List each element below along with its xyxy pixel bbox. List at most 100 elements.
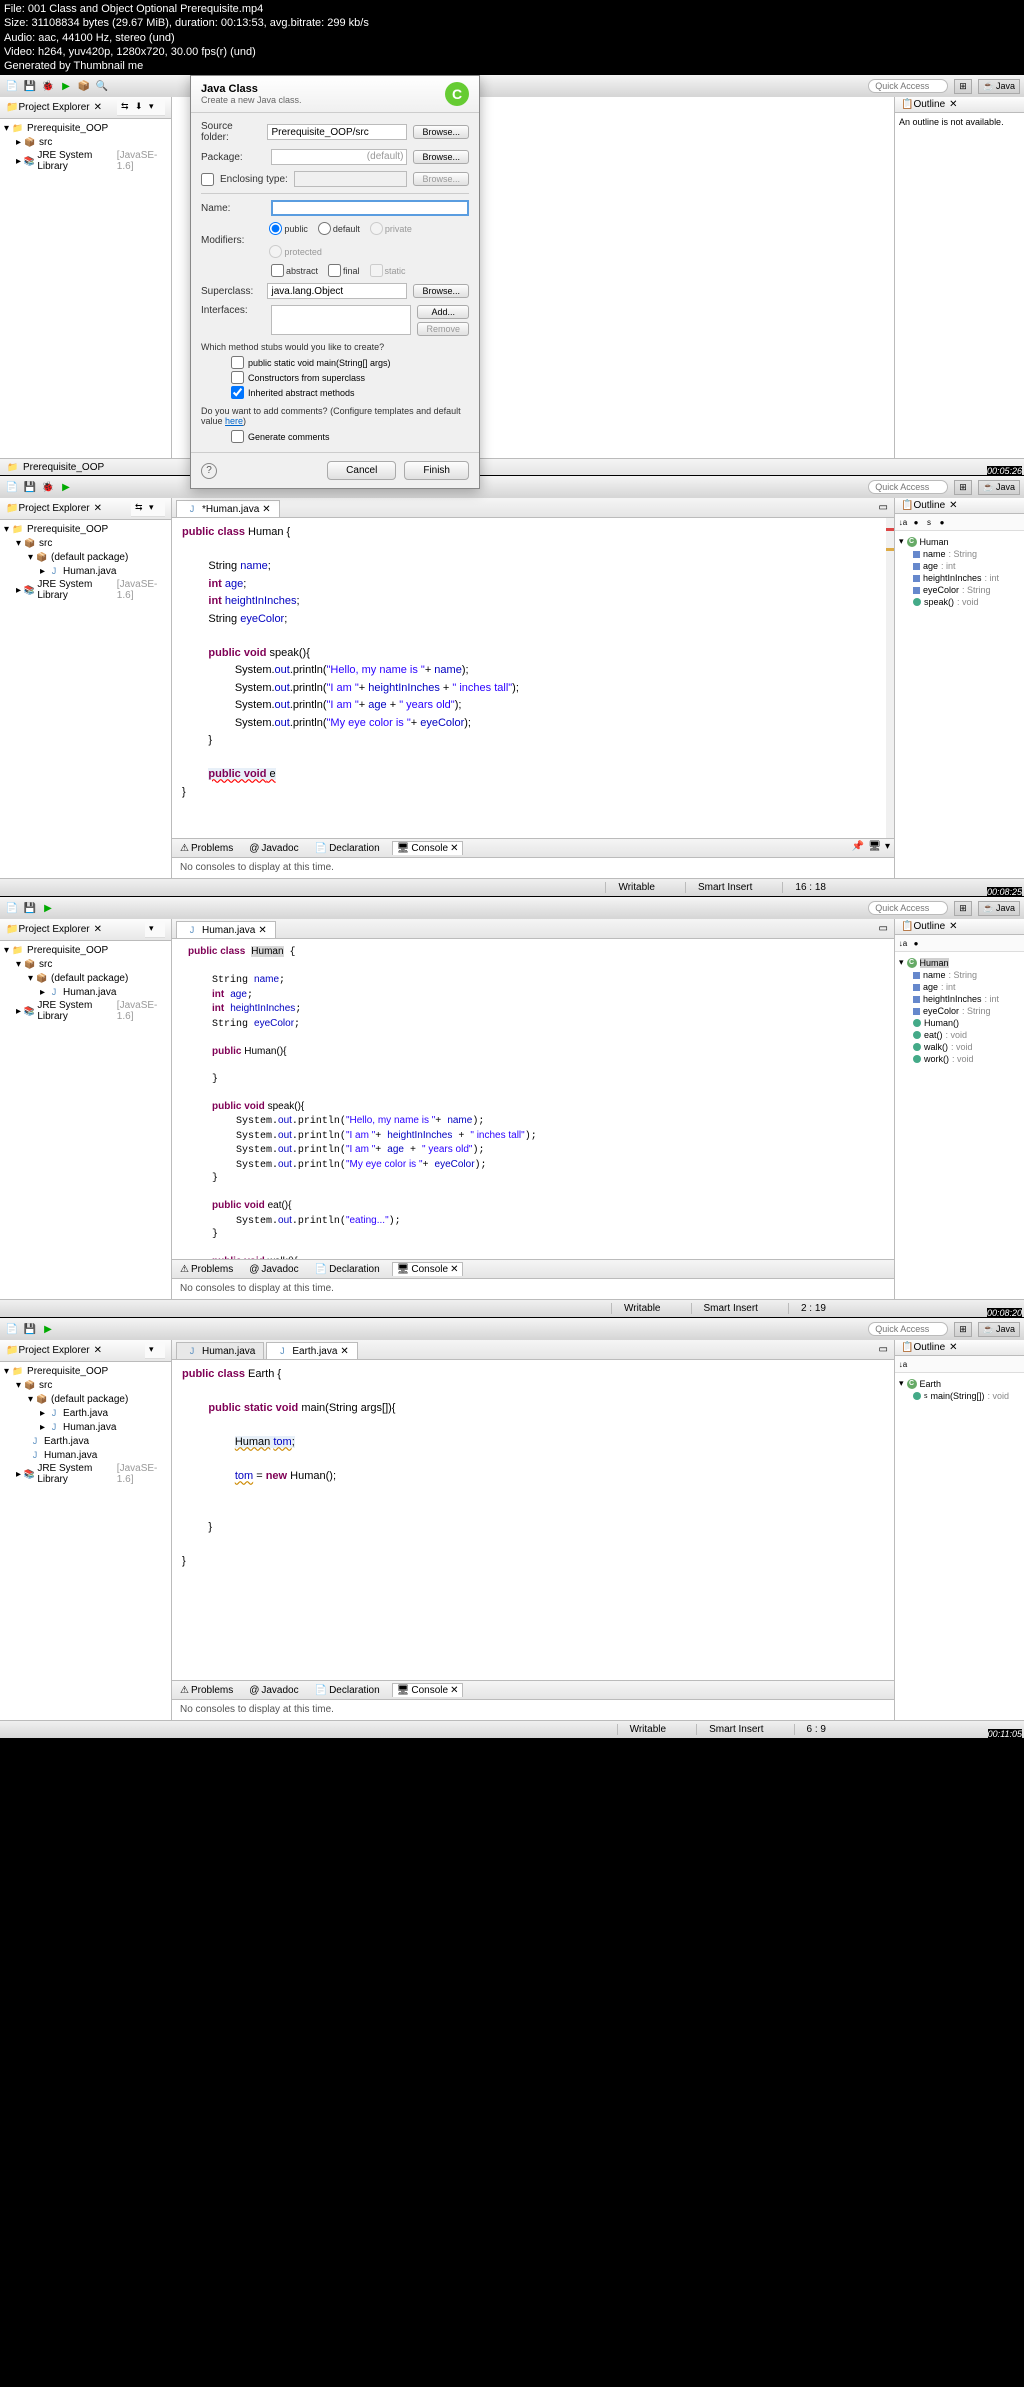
- tree-project[interactable]: ▾📁Prerequisite_OOP: [4, 121, 167, 135]
- tree-src[interactable]: ▾📦src: [4, 536, 167, 550]
- breadcrumb-project[interactable]: Prerequisite_OOP: [23, 462, 104, 473]
- maximize-icon[interactable]: ▭: [877, 1342, 890, 1359]
- sort-icon[interactable]: ↓a: [897, 1358, 909, 1370]
- tree-project[interactable]: ▾📁Prerequisite_OOP: [4, 943, 167, 957]
- modifier-abstract[interactable]: abstract: [271, 264, 318, 277]
- stub-ctor-row[interactable]: Constructors from superclass: [201, 370, 469, 385]
- editor-tab-human[interactable]: J*Human.java✕: [176, 500, 280, 517]
- code-editor[interactable]: public class Human { String name; int ag…: [172, 939, 894, 1259]
- main-method-checkbox[interactable]: [231, 356, 244, 369]
- outline-tab[interactable]: 📋 Outline ✕: [895, 498, 1024, 514]
- editor-tab-earth[interactable]: JEarth.java✕: [266, 1342, 357, 1359]
- outline-method-eat[interactable]: eat(): void: [899, 1029, 1020, 1041]
- cancel-button[interactable]: Cancel: [327, 461, 396, 480]
- close-icon[interactable]: ✕: [949, 500, 957, 511]
- sort-icon[interactable]: ↓a: [897, 937, 909, 949]
- project-explorer-tab[interactable]: 📁 Project Explorer ✕ ⇆▾: [0, 498, 171, 520]
- interfaces-list[interactable]: [271, 305, 411, 335]
- declaration-tab[interactable]: 📄 Declaration: [311, 841, 384, 855]
- pin-icon[interactable]: 📌: [852, 841, 864, 855]
- close-icon[interactable]: ✕: [94, 1345, 102, 1356]
- outline-tab[interactable]: 📋 Outline ✕: [895, 1340, 1024, 1356]
- finish-button[interactable]: Finish: [404, 461, 469, 480]
- close-tab-icon[interactable]: ✕: [340, 1346, 348, 1357]
- project-explorer-tab[interactable]: 📁 Project Explorer ✕ ▾: [0, 919, 171, 941]
- tree-human-java[interactable]: ▸JHuman.java: [4, 985, 167, 999]
- link-icon[interactable]: ⬇: [135, 101, 147, 113]
- maximize-icon[interactable]: ▭: [877, 500, 890, 517]
- default-radio[interactable]: [318, 222, 331, 235]
- problems-tab[interactable]: ⚠ Problems: [176, 841, 237, 855]
- quick-access-input[interactable]: [868, 901, 948, 915]
- java-perspective-button[interactable]: ☕Java: [978, 1322, 1020, 1337]
- code-editor[interactable]: public class Human { String name; int ag…: [172, 518, 894, 838]
- project-tree[interactable]: ▾📁Prerequisite_OOP ▸📦src ▸📚JRE System Li…: [0, 119, 171, 175]
- code-editor[interactable]: public class Earth { public static void …: [172, 1360, 894, 1680]
- sort-icon[interactable]: ↓a: [897, 516, 909, 528]
- close-icon[interactable]: ✕: [94, 503, 102, 514]
- tree-default-pkg[interactable]: ▾📦(default package): [4, 550, 167, 564]
- problems-tab[interactable]: ⚠ Problems: [176, 1262, 237, 1276]
- configure-link[interactable]: here: [225, 416, 243, 426]
- tree-default-pkg[interactable]: ▾📦(default package): [4, 971, 167, 985]
- outline-class[interactable]: ▾CHuman: [899, 535, 1020, 548]
- tree-jre[interactable]: ▸📚JRE System Library [JavaSE-1.6]: [4, 149, 167, 173]
- java-perspective-button[interactable]: ☕Java: [978, 480, 1020, 495]
- run-icon[interactable]: ▶: [40, 1321, 56, 1337]
- outline-tree[interactable]: ▾CHuman name: String age: int heightInIn…: [895, 531, 1024, 612]
- outline-field-height[interactable]: heightInInches: int: [899, 572, 1020, 584]
- javadoc-tab[interactable]: @ Javadoc: [245, 1683, 302, 1697]
- tree-src[interactable]: ▸📦src: [4, 135, 167, 149]
- debug-icon[interactable]: 🐞: [40, 479, 56, 495]
- quick-access-input[interactable]: [868, 1322, 948, 1336]
- tree-human-java[interactable]: ▸JHuman.java: [4, 564, 167, 578]
- project-tree[interactable]: ▾📁Prerequisite_OOP ▾📦src ▾📦(default pack…: [0, 941, 171, 1025]
- outline-tree[interactable]: ▾CEarth smain(String[]): void: [895, 1373, 1024, 1406]
- save-icon[interactable]: 💾: [22, 479, 38, 495]
- open-type-icon[interactable]: 📦: [76, 78, 92, 94]
- outline-method-speak[interactable]: speak(): void: [899, 596, 1020, 608]
- tree-human-java[interactable]: ▸JHuman.java: [4, 1420, 167, 1434]
- run-icon[interactable]: ▶: [40, 900, 56, 916]
- outline-method-main[interactable]: smain(String[]): void: [899, 1390, 1020, 1402]
- gen-comments-row[interactable]: Generate comments: [201, 429, 469, 444]
- project-explorer-tab[interactable]: 📁 Project Explorer ✕ ⇆ ⬇ ▾: [0, 97, 171, 119]
- add-interface-button[interactable]: Add...: [417, 305, 469, 319]
- browse-superclass-button[interactable]: Browse...: [413, 284, 469, 298]
- editor-tab-human[interactable]: JHuman.java✕: [176, 921, 276, 938]
- outline-method-walk[interactable]: walk(): void: [899, 1041, 1020, 1053]
- menu-icon[interactable]: ▾: [149, 502, 161, 514]
- maximize-icon[interactable]: ▭: [877, 921, 890, 938]
- outline-field-height[interactable]: heightInInches: int: [899, 993, 1020, 1005]
- outline-field-name[interactable]: name: String: [899, 969, 1020, 981]
- outline-class[interactable]: ▾CHuman: [899, 956, 1020, 969]
- close-tab-icon[interactable]: ✕: [262, 504, 270, 515]
- tree-earth-java[interactable]: ▸JEarth.java: [4, 1406, 167, 1420]
- open-perspective-button[interactable]: ⊞: [954, 79, 972, 94]
- public-radio[interactable]: [269, 222, 282, 235]
- modifier-final[interactable]: final: [328, 264, 360, 277]
- outline-ctor[interactable]: Human(): [899, 1017, 1020, 1029]
- abstract-checkbox[interactable]: [271, 264, 284, 277]
- declaration-tab[interactable]: 📄 Declaration: [311, 1262, 384, 1276]
- close-icon[interactable]: ✕: [94, 102, 102, 113]
- console-tab[interactable]: 🖥 Console ✕: [392, 1262, 464, 1276]
- modifier-public[interactable]: public: [269, 222, 308, 235]
- close-tab-icon[interactable]: ✕: [258, 925, 266, 936]
- console-tab[interactable]: 🖥 Console ✕: [392, 841, 464, 855]
- display-icon[interactable]: 🖥: [868, 841, 881, 855]
- tree-human-java-2[interactable]: JHuman.java: [4, 1448, 167, 1462]
- tree-project[interactable]: ▾📁Prerequisite_OOP: [4, 1364, 167, 1378]
- outline-tree[interactable]: ▾CHuman name: String age: int heightInIn…: [895, 952, 1024, 1069]
- tree-earth-java-2[interactable]: JEarth.java: [4, 1434, 167, 1448]
- outline-field-eye[interactable]: eyeColor: String: [899, 1005, 1020, 1017]
- menu-icon[interactable]: ▾: [149, 101, 161, 113]
- search-icon[interactable]: 🔍: [94, 78, 110, 94]
- java-perspective-button[interactable]: ☕Java: [978, 901, 1020, 916]
- tree-jre[interactable]: ▸📚JRE System Library [JavaSE-1.6]: [4, 578, 167, 602]
- new-icon[interactable]: 📄: [4, 479, 20, 495]
- save-icon[interactable]: 💾: [22, 1321, 38, 1337]
- run-icon[interactable]: ▶: [58, 78, 74, 94]
- final-checkbox[interactable]: [328, 264, 341, 277]
- java-perspective-button[interactable]: ☕ Java: [978, 79, 1020, 94]
